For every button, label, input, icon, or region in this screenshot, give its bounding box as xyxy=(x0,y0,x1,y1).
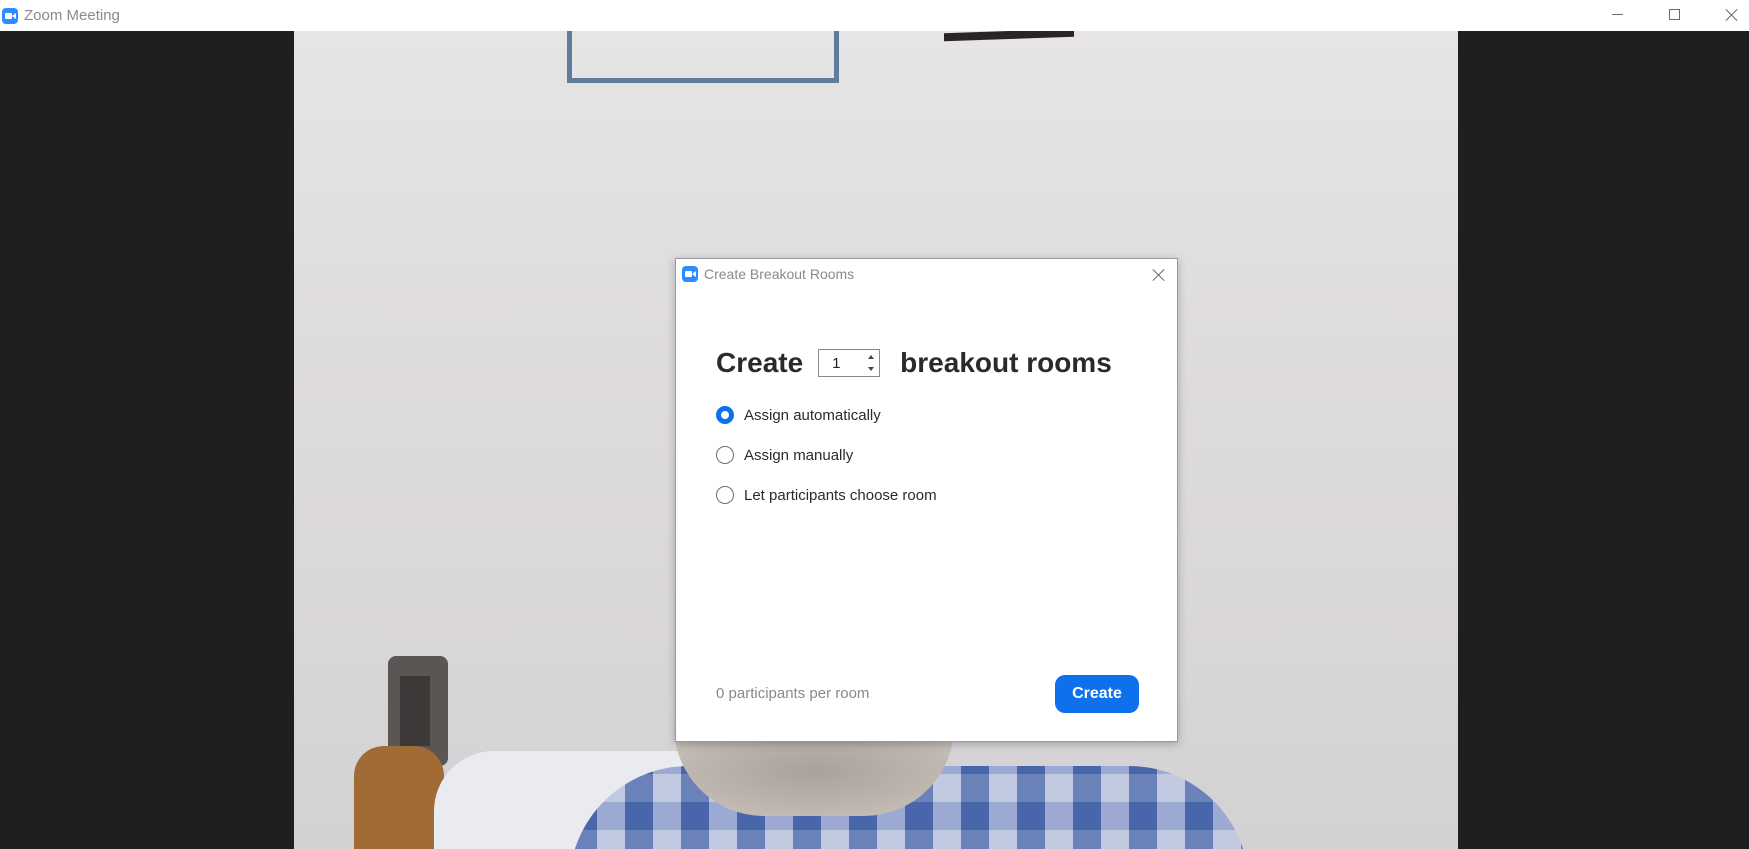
close-icon xyxy=(1725,8,1738,21)
radio-selected-icon[interactable] xyxy=(716,406,734,424)
maximize-icon xyxy=(1668,8,1680,20)
window-title: Zoom Meeting xyxy=(24,7,120,24)
stepper-arrows xyxy=(865,352,877,374)
create-rooms-row: Create 1 breakout rooms xyxy=(716,347,1112,379)
option-assign-manually[interactable]: Assign manually xyxy=(716,446,853,464)
dialog-titlebar: Create Breakout Rooms xyxy=(676,259,1177,289)
wall-object xyxy=(944,31,1074,42)
option-let-participants-choose[interactable]: Let participants choose room xyxy=(716,486,937,504)
dialog-close-button[interactable] xyxy=(1149,265,1167,283)
create-breakout-rooms-dialog: Create Breakout Rooms Create 1 breakout … xyxy=(675,258,1178,742)
radio-unselected-icon[interactable] xyxy=(716,446,734,464)
option-label: Assign automatically xyxy=(744,406,881,424)
radio-unselected-icon[interactable] xyxy=(716,486,734,504)
chair xyxy=(354,746,444,849)
participants-per-room-text: 0 participants per room xyxy=(716,685,870,702)
zoom-app-icon xyxy=(682,266,698,282)
dialog-title: Create Breakout Rooms xyxy=(704,266,855,282)
zoom-app-icon xyxy=(2,7,18,24)
room-count-value[interactable]: 1 xyxy=(832,355,840,372)
minimize-icon xyxy=(1611,13,1623,15)
create-suffix-label: breakout rooms xyxy=(900,347,1112,378)
minimize-button[interactable] xyxy=(1594,0,1640,28)
window-titlebar: Zoom Meeting xyxy=(0,0,1749,31)
maximize-button[interactable] xyxy=(1651,0,1697,28)
decrement-arrow-icon[interactable] xyxy=(868,367,875,371)
increment-arrow-icon[interactable] xyxy=(868,355,875,359)
create-prefix-label: Create xyxy=(716,347,804,378)
close-icon xyxy=(1152,268,1165,281)
wall-picture-frame xyxy=(567,31,839,83)
option-label: Assign manually xyxy=(744,446,854,464)
close-window-button[interactable] xyxy=(1708,0,1749,28)
create-button[interactable]: Create xyxy=(1055,675,1139,713)
option-assign-automatically[interactable]: Assign automatically xyxy=(716,406,881,424)
room-count-stepper[interactable]: 1 xyxy=(818,349,881,377)
option-label: Let participants choose room xyxy=(744,486,937,504)
